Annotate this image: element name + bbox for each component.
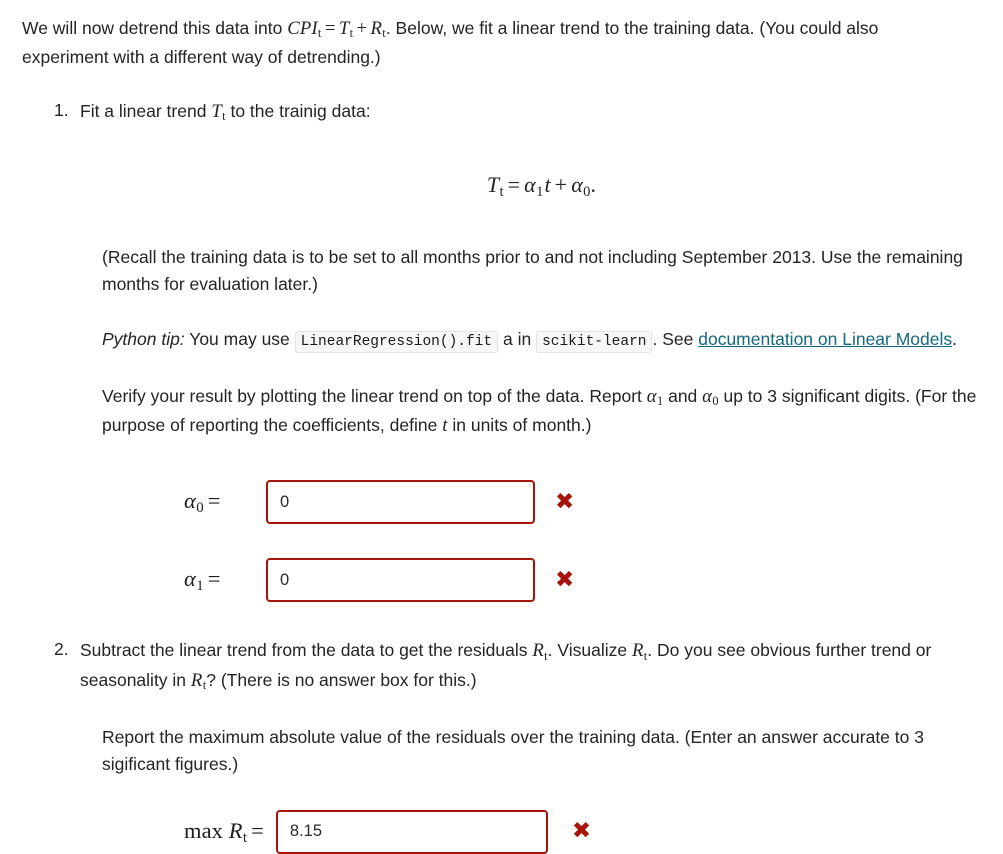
answer-row-alpha1: α1= ✖ bbox=[102, 558, 981, 603]
math-cpi-decomposition: CPIt = Tt + Rt bbox=[287, 18, 386, 41]
code-linear-regression-fit: LinearRegression().fit bbox=[294, 331, 499, 354]
math-alpha-0-label: α0 = bbox=[184, 488, 221, 517]
verify-text-2: and bbox=[663, 385, 703, 406]
math-alpha-1-label: α1 = bbox=[184, 566, 221, 595]
wrong-mark-icon-alpha0: ✖ bbox=[555, 488, 575, 515]
step-2-text-1: Subtract the linear trend from the data … bbox=[80, 640, 533, 661]
verify-text-1: Verify your result by plotting the linea… bbox=[102, 385, 647, 406]
report-max-residual-paragraph: Report the maximum absolute value of the… bbox=[102, 726, 924, 774]
intro-text-before: We will now detrend this data into bbox=[22, 18, 288, 38]
verify-text-4: in units of month.) bbox=[447, 415, 592, 436]
math-linear-trend-formula: Tt = α1t + α0. bbox=[486, 172, 597, 201]
math-residual-r3: Rt bbox=[190, 669, 207, 693]
answer-row-max-residual: max Rt= ✖ bbox=[102, 809, 981, 854]
answer-input-max-residual[interactable] bbox=[275, 809, 548, 854]
step-2-body: Report the maximum absolute value of the… bbox=[102, 724, 981, 854]
answer-row-alpha0: α0= ✖ bbox=[102, 480, 981, 525]
step-1-title-after: to the trainig data: bbox=[225, 100, 371, 121]
math-max-residual-label: max Rt = bbox=[184, 817, 264, 846]
link-documentation-linear-models[interactable]: documentation on Linear Models bbox=[698, 329, 952, 349]
python-tip-paragraph: Python tip: You may use LinearRegression… bbox=[102, 326, 981, 354]
answer-input-alpha1[interactable] bbox=[266, 558, 535, 603]
step-2-title: Subtract the linear trend from the data … bbox=[80, 636, 960, 695]
step-2-marker bbox=[54, 636, 69, 663]
python-tip-text-3: . See bbox=[652, 329, 694, 350]
wrong-mark-icon-alpha1: ✖ bbox=[555, 566, 575, 593]
answer-label-alpha0: α0 = bbox=[184, 484, 266, 520]
exercise-page: We will now detrend this data into CPIt =… bbox=[0, 0, 1003, 854]
verify-paragraph: Verify your result by plotting the linea… bbox=[102, 382, 981, 441]
intro-paragraph: We will now detrend this data into CPIt =… bbox=[22, 14, 962, 71]
math-residual-r1: Rt bbox=[532, 640, 548, 663]
python-tip-text-1: You may use bbox=[189, 329, 290, 350]
step-item-1: Fit a linear trend Tt to the trainig dat… bbox=[80, 97, 981, 603]
step-1-title-before: Fit a linear trend bbox=[80, 100, 212, 121]
step-item-2: Subtract the linear trend from the data … bbox=[80, 636, 981, 854]
answer-input-alpha0[interactable] bbox=[266, 480, 535, 525]
step-1-title: Fit a linear trend Tt to the trainig dat… bbox=[80, 97, 981, 127]
python-tip-text-2: a in bbox=[502, 329, 532, 350]
wrong-mark-icon-max-residual: ✖ bbox=[571, 818, 592, 845]
step-2-text-2: . Visualize bbox=[547, 640, 632, 661]
recall-note: (Recall the training data is to be set t… bbox=[102, 246, 963, 295]
step-1-marker bbox=[54, 97, 69, 124]
answer-label-alpha1: α1 = bbox=[184, 562, 266, 598]
display-equation-linear-trend: Tt = α1t + α0. bbox=[102, 168, 981, 204]
python-tip-text-4: . bbox=[952, 329, 958, 350]
step-1-body: Tt = α1t + α0. (Recall the training data is … bbox=[102, 168, 981, 603]
step-2-text-4: ? (There is no answer box for this.) bbox=[206, 669, 477, 690]
answer-label-max-residual: max Rt = bbox=[184, 814, 276, 850]
python-tip-label: Python tip: bbox=[102, 329, 185, 350]
math-alpha-1-inline: α1 bbox=[646, 385, 664, 409]
steps-list: Fit a linear trend Tt to the trainig dat… bbox=[22, 97, 981, 854]
math-alpha-0-inline: α0 bbox=[702, 385, 719, 409]
math-trend-Tt: Tt bbox=[211, 100, 226, 124]
math-residual-r2: Rt bbox=[631, 640, 648, 663]
code-scikit-learn: scikit-learn bbox=[536, 331, 653, 354]
